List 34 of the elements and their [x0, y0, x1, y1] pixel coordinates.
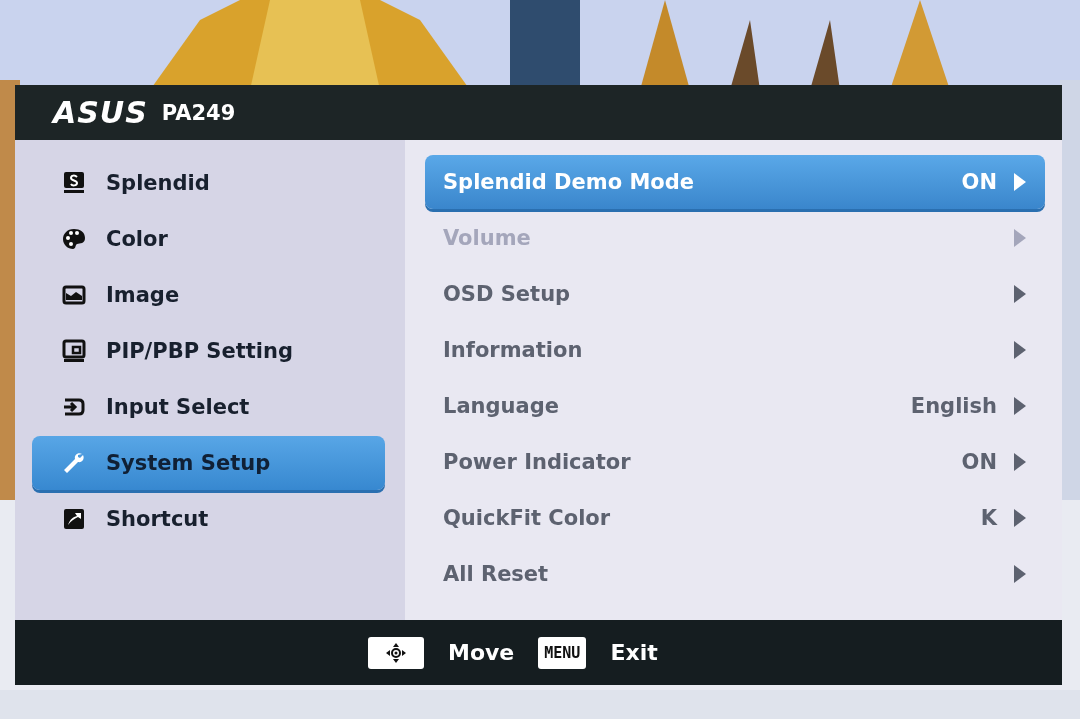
s-badge-icon — [62, 171, 86, 195]
setting-row[interactable]: Information — [425, 323, 1045, 377]
menu-item[interactable]: Color — [32, 212, 385, 266]
image-icon — [62, 283, 86, 307]
menu-key: MENU — [538, 636, 587, 669]
menu-item[interactable]: Shortcut — [32, 492, 385, 546]
picture-in-picture-icon — [62, 339, 86, 363]
setting-row[interactable]: Splendid Demo Mode ON — [425, 155, 1045, 209]
shortcut-icon — [62, 507, 86, 531]
arrow-icon — [1013, 396, 1027, 416]
arrow-icon — [1013, 172, 1027, 192]
setting-row[interactable]: QuickFit Color K — [425, 491, 1045, 545]
setting-row[interactable]: Language English — [425, 379, 1045, 433]
arrow-icon — [1013, 452, 1027, 472]
brand-logo: ASUS — [53, 95, 148, 130]
joystick-icon — [385, 641, 407, 664]
arrow-icon — [1013, 340, 1027, 360]
arrow-icon — [1013, 508, 1027, 528]
menu-item[interactable]: Input Select — [32, 380, 385, 434]
setting-row[interactable]: All Reset — [425, 547, 1045, 601]
arrow-icon — [1013, 284, 1027, 304]
hint-label: Move — [448, 640, 515, 665]
setting-row[interactable]: OSD Setup — [425, 267, 1045, 321]
wrench-icon — [62, 451, 86, 475]
model-name: PA249 — [161, 100, 236, 125]
menu-item[interactable]: System Setup — [32, 436, 385, 490]
menu-item[interactable]: Splendid — [32, 156, 385, 210]
setting-row[interactable]: Power Indicator ON — [425, 435, 1045, 489]
hint-label: Exit — [610, 640, 658, 665]
menu-item[interactable]: PIP/PBP Setting — [32, 324, 385, 378]
menu-item[interactable]: Image — [32, 268, 385, 322]
arrow-icon — [1013, 564, 1027, 584]
palette-icon — [62, 227, 86, 251]
arrow-icon — [1013, 228, 1027, 248]
